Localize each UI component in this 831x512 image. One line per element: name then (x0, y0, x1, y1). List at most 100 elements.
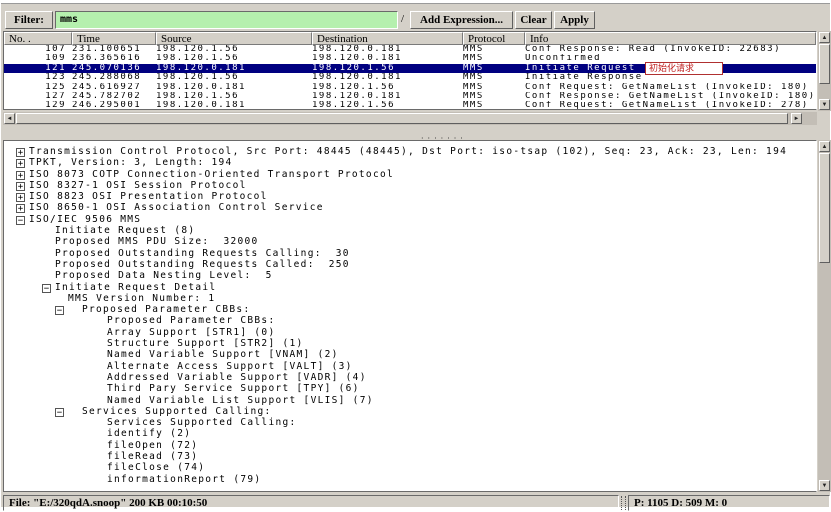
tree-line[interactable]: fileRead (73) (4, 451, 816, 462)
protocol-detail-tree: +Transmission Control Protocol, Src Port… (3, 140, 817, 492)
column-header-no[interactable]: No. . (4, 32, 72, 45)
packet-list-scrollbar[interactable]: ▲ ▼ (818, 31, 831, 111)
collapse-icon[interactable]: − (55, 306, 64, 315)
packet-source: 198.120.1.56 (156, 45, 312, 54)
packet-row[interactable]: 127245.782702198.120.1.56198.120.0.181MM… (4, 92, 816, 101)
expand-icon[interactable]: + (16, 182, 25, 191)
tree-line-label: TPKT, Version: 3, Length: 194 (29, 157, 233, 168)
tree-line[interactable]: Structure Support [STR2] (1) (4, 338, 816, 349)
tree-line-label: ISO 8650-1 OSI Association Control Servi… (29, 202, 324, 213)
tree-line[interactable]: Proposed Parameter CBBs: (4, 315, 816, 326)
tree-line-label: Named Variable Support [VNAM] (2) (107, 349, 339, 360)
scroll-left-icon[interactable]: ◄ (4, 113, 15, 124)
add-expression-button[interactable]: Add Expression... (410, 11, 513, 29)
collapse-icon[interactable]: − (16, 216, 25, 225)
tree-line[interactable]: Proposed Outstanding Requests Calling: 3… (4, 248, 816, 259)
tree-line[interactable]: −Initiate Request Detail (4, 282, 816, 293)
packet-protocol: MMS (463, 64, 525, 73)
status-bar: File: "E:/320qdA.snoop" 200 KB 00:10:50 … (1, 495, 831, 511)
scroll-up-icon[interactable]: ▲ (819, 141, 830, 152)
packet-analyzer-window: Filter: mms / Add Expression... Clear Ap… (1, 3, 830, 507)
status-bar-grip[interactable] (621, 496, 626, 510)
hscrollbar-thumb[interactable] (16, 113, 788, 124)
tree-line[interactable]: + ISO 8650-1 OSI Association Control Serv… (4, 202, 816, 213)
packet-no: 129 (4, 101, 72, 110)
pane-splitter[interactable]: ······· (1, 126, 831, 140)
tree-line[interactable]: −Proposed Parameter CBBs: (4, 304, 816, 315)
tree-line-label: fileClose (74) (107, 462, 205, 473)
filter-input[interactable]: mms (55, 11, 398, 29)
packet-destination: 198.120.1.56 (312, 101, 463, 110)
column-header-info[interactable]: Info (525, 32, 816, 45)
tree-line[interactable]: Initiate Request (8) (4, 225, 816, 236)
tree-line-label: informationReport (79) (107, 474, 261, 485)
status-packet-counters: P: 1105 D: 509 M: 0 (628, 495, 830, 511)
tree-line[interactable]: +Transmission Control Protocol, Src Port… (4, 146, 816, 157)
tree-line[interactable]: Array Support [STR1] (0) (4, 327, 816, 338)
tree-line[interactable]: Alternate Access Support [VALT] (3) (4, 361, 816, 372)
tree-line-label: fileOpen (72) (107, 440, 198, 451)
tree-line[interactable]: Named Variable Support [VNAM] (2) (4, 349, 816, 360)
packet-row[interactable]: 121245.070136198.120.0.181198.120.1.56MM… (4, 64, 816, 73)
expand-icon[interactable]: + (16, 171, 25, 180)
tree-line[interactable]: Proposed Outstanding Requests Called: 25… (4, 259, 816, 270)
column-header-destination[interactable]: Destination (312, 32, 463, 45)
packet-destination: 198.120.1.56 (312, 64, 463, 73)
clear-button[interactable]: Clear (515, 11, 552, 29)
tree-line[interactable]: fileOpen (72) (4, 440, 816, 451)
tree-line[interactable]: fileClose (74) (4, 462, 816, 473)
expand-icon[interactable]: + (16, 148, 25, 157)
tree-line[interactable]: −ISO/IEC 9506 MMS (4, 214, 816, 225)
tree-line[interactable]: Proposed Data Nesting Level: 5 (4, 270, 816, 281)
expand-icon[interactable]: + (16, 159, 25, 168)
packet-row[interactable]: 125245.616927198.120.0.181198.120.1.56MM… (4, 83, 816, 92)
expand-icon[interactable]: + (16, 193, 25, 202)
packet-time: 236.365616 (72, 54, 156, 63)
packet-list-hscrollbar[interactable]: ◄ ► (3, 112, 817, 125)
tree-line[interactable]: +ISO 8327-1 OSI Session Protocol (4, 180, 816, 191)
tree-line[interactable]: −Services Supported Calling: (4, 406, 816, 417)
tree-line[interactable]: identify (2) (4, 428, 816, 439)
packet-list-header: No. .TimeSourceDestinationProtocolInfo (4, 32, 816, 45)
scroll-down-icon[interactable]: ▼ (819, 480, 830, 491)
packet-time: 245.070136 (72, 64, 156, 73)
apply-button[interactable]: Apply (554, 11, 595, 29)
packet-row[interactable]: 129246.295001198.120.0.181198.120.1.56MM… (4, 101, 816, 110)
tree-line-label: Initiate Request Detail (55, 282, 216, 293)
column-header-protocol[interactable]: Protocol (463, 32, 525, 45)
tree-line[interactable]: informationReport (79) (4, 474, 816, 485)
tree-line-label: Proposed Outstanding Requests Calling: 3… (55, 248, 350, 259)
packet-info: Conf Response: Read (InvokeID: 22683) (525, 45, 816, 54)
scrollbar-thumb[interactable] (819, 44, 830, 84)
tree-line[interactable]: MMS Version Number: 1 (4, 293, 816, 304)
scrollbar-thumb[interactable] (819, 153, 830, 263)
packet-source: 198.120.1.56 (156, 54, 312, 63)
detail-tree-scrollbar[interactable]: ▲ ▼ (818, 140, 831, 492)
collapse-icon[interactable]: − (55, 408, 64, 417)
tree-line[interactable]: Proposed MMS PDU Size: 32000 (4, 236, 816, 247)
tree-line[interactable]: Addressed Variable Support [VADR] (4) (4, 372, 816, 383)
tree-line[interactable]: +ISO 8823 OSI Presentation Protocol (4, 191, 816, 202)
expand-icon[interactable]: + (16, 204, 25, 213)
tree-line[interactable]: Services Supported Calling: (4, 417, 816, 428)
tree-line[interactable]: + TPKT, Version: 3, Length: 194 (4, 157, 816, 168)
packet-no: 107 (4, 45, 72, 54)
tree-line-label: Third Pary Service Support [TPY] (6) (107, 383, 360, 394)
packet-info: Conf Response: GetNameList (InvokeID: 18… (525, 92, 816, 101)
packet-destination: 198.120.0.181 (312, 73, 463, 82)
column-header-source[interactable]: Source (156, 32, 312, 45)
packet-source: 198.120.1.56 (156, 92, 312, 101)
tree-line[interactable]: +ISO 8073 COTP Connection-Oriented Trans… (4, 169, 816, 180)
tree-line-label: MMS Version Number: 1 (68, 293, 215, 304)
collapse-icon[interactable]: − (42, 284, 51, 293)
tree-line[interactable]: Named Variable List Support [VLIS] (7) (4, 395, 816, 406)
column-header-time[interactable]: Time (72, 32, 156, 45)
tree-line[interactable]: Third Pary Service Support [TPY] (6) (4, 383, 816, 394)
packet-protocol: MMS (463, 73, 525, 82)
packet-time: 245.616927 (72, 83, 156, 92)
scroll-right-icon[interactable]: ► (791, 113, 802, 124)
scroll-down-icon[interactable]: ▼ (819, 99, 830, 110)
filter-button[interactable]: Filter: (5, 11, 53, 29)
packet-row[interactable]: 107231.100651198.120.1.56198.120.0.181MM… (4, 45, 816, 54)
scroll-up-icon[interactable]: ▲ (819, 32, 830, 43)
